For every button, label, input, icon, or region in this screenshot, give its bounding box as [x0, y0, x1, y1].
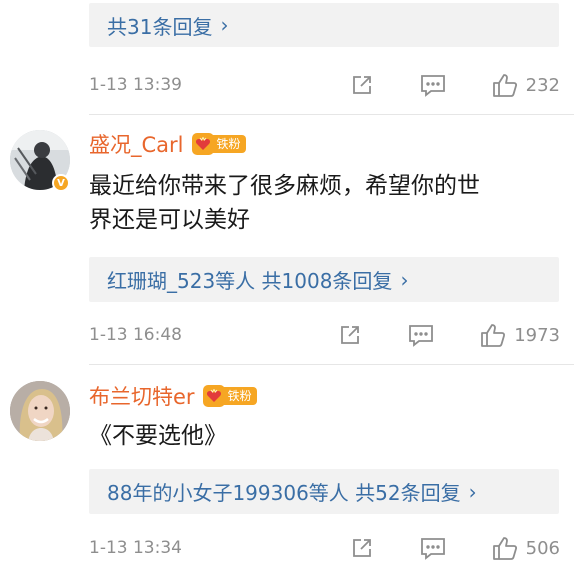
- reply-summary-text: 共31条回复: [107, 14, 213, 39]
- timestamp: 1-13 13:39: [89, 75, 182, 95]
- fan-badge: 铁粉: [202, 385, 257, 407]
- crown-heart-icon: [191, 133, 214, 155]
- reply-summary-text: 红珊瑚_523等人 共1008条回复: [107, 269, 393, 293]
- share-button[interactable]: [338, 323, 362, 347]
- like-icon: [492, 74, 517, 97]
- comment-icon: [420, 538, 445, 560]
- comment-meta: 1-13 13:39 232: [89, 70, 560, 100]
- comment-author[interactable]: 盛况_Carl 铁粉: [89, 130, 246, 158]
- timestamp: 1-13 13:34: [89, 538, 182, 558]
- username[interactable]: 盛况_Carl: [89, 129, 184, 159]
- share-icon: [352, 76, 371, 94]
- share-icon: [352, 539, 371, 557]
- comment-icon: [409, 325, 434, 347]
- like-icon: [492, 537, 517, 560]
- avatar[interactable]: [10, 381, 70, 441]
- share-button[interactable]: [350, 536, 374, 560]
- like-button[interactable]: 232: [492, 72, 560, 98]
- reply-summary-box[interactable]: 共31条回复 ›: [89, 3, 559, 47]
- divider: [89, 114, 574, 115]
- like-count: 232: [525, 74, 560, 96]
- comment-button[interactable]: [408, 323, 434, 347]
- like-icon: [481, 324, 506, 347]
- like-count: 506: [525, 537, 560, 559]
- reply-summary-box[interactable]: 红珊瑚_523等人 共1008条回复 ›: [89, 257, 559, 302]
- reply-summary-box[interactable]: 88年的小女子199306等人 共52条回复 ›: [89, 469, 559, 514]
- comment-button[interactable]: [420, 536, 446, 560]
- crown-heart-icon: [202, 385, 225, 407]
- fan-badge: 铁粉: [191, 133, 246, 155]
- action-bar: 232: [350, 70, 560, 100]
- username[interactable]: 布兰切特er: [89, 381, 195, 411]
- comment-icon: [420, 75, 445, 97]
- comment-text: 《不要选他》: [89, 423, 227, 449]
- chevron-right-icon: ›: [400, 267, 409, 292]
- comment-meta: 1-13 13:34 506: [89, 533, 560, 563]
- action-bar: 506: [350, 533, 560, 563]
- comment-button[interactable]: [420, 73, 446, 97]
- like-button[interactable]: 506: [492, 535, 560, 561]
- fan-badge-label: 铁粉: [222, 387, 257, 405]
- divider: [89, 364, 574, 365]
- comment-meta: 1-13 16:48 1973: [89, 320, 560, 350]
- like-button[interactable]: 1973: [480, 322, 560, 348]
- comment-text: 最近给你带来了很多麻烦，希望你的世 界还是可以美好: [89, 173, 480, 233]
- fan-badge-label: 铁粉: [211, 135, 246, 153]
- verified-badge-icon: V: [52, 174, 70, 192]
- chevron-right-icon: ›: [468, 479, 477, 504]
- reply-summary-text: 88年的小女子199306等人 共52条回复: [107, 481, 461, 505]
- chevron-right-icon: ›: [220, 13, 229, 37]
- share-icon: [341, 326, 360, 344]
- action-bar: 1973: [338, 320, 560, 350]
- like-count: 1973: [514, 324, 560, 346]
- share-button[interactable]: [350, 73, 374, 97]
- timestamp: 1-13 16:48: [89, 325, 182, 345]
- comment-author[interactable]: 布兰切特er 铁粉: [89, 382, 257, 410]
